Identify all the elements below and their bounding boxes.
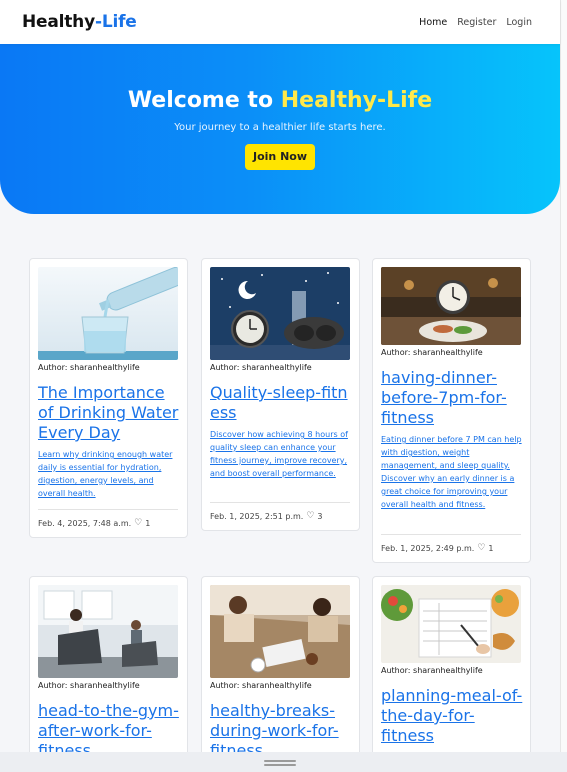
post-author: Author: sharanhealthylife [210,363,312,372]
window-scrollbar[interactable] [560,0,567,772]
join-now-button[interactable]: Join Now [245,144,315,170]
hero-subtitle: Your journey to a healthier life starts … [174,122,386,133]
gym-treadmill-image[interactable] [38,585,178,678]
like-count: 1 [145,518,151,528]
work-break-desk-image[interactable] [210,585,350,678]
post-title-link[interactable]: planning-meal-of-the-day-for-fitness [381,686,523,746]
dinner-clock-image[interactable] [381,267,521,345]
card-divider [210,502,350,503]
card-divider [381,534,521,535]
nav-link-login[interactable]: Login [506,17,532,28]
post-meta: Feb. 1, 2025, 2:51 p.m. ♡ 3 [210,511,323,521]
nav-link-register[interactable]: Register [457,17,496,28]
post-description-link[interactable]: Eating dinner before 7 PM can help with … [381,433,523,511]
top-navbar: Healthy-Life Home Register Login [0,0,560,44]
post-author: Author: sharanhealthylife [210,681,312,690]
post-title-link[interactable]: Quality-sleep-fitness [210,383,352,423]
hero-title-text: Welcome to [127,88,281,113]
post-card: Author: sharanhealthylife having-dinner-… [372,258,531,563]
hero-title-highlight: Healthy-Life [280,88,433,113]
post-date: Feb. 1, 2025, 2:51 p.m. [210,511,304,521]
post-card: Author: sharanhealthylife planning-meal-… [372,576,531,772]
post-card: Author: sharanhealthylife healthy-breaks… [201,576,360,772]
water-glass-image[interactable] [38,267,178,360]
like-count: 1 [488,543,494,553]
hero-title: Welcome to Healthy-Life [0,88,560,113]
post-title-link[interactable]: The Importance of Drinking Water Every D… [38,383,180,443]
brand-suffix: -Life [94,12,137,32]
card-divider [38,509,178,510]
post-card: Author: sharanhealthylife Quality-sleep-… [201,258,360,531]
nav-link-home[interactable]: Home [419,17,447,28]
heart-icon[interactable]: ♡ [477,543,485,553]
post-meta: Feb. 1, 2025, 2:49 p.m. ♡ 1 [381,543,494,553]
nav-links: Home Register Login [419,17,532,28]
like-count: 3 [317,511,323,521]
brand-name: Healthy [22,12,95,32]
bottom-sheet-bar [0,752,567,772]
drag-handle-icon[interactable] [264,760,296,762]
post-author: Author: sharanhealthylife [38,681,140,690]
post-description-link[interactable]: Discover how achieving 8 hours of qualit… [210,428,352,480]
meal-planning-image[interactable] [381,585,521,663]
post-author: Author: sharanhealthylife [381,348,483,357]
alarm-clock-sleep-mask-image[interactable] [210,267,350,360]
post-author: Author: sharanhealthylife [381,666,483,675]
post-title-link[interactable]: having-dinner-before-7pm-for-fitness [381,368,523,428]
hero-banner: Welcome to Healthy-Life Your journey to … [0,44,560,214]
post-author: Author: sharanhealthylife [38,363,140,372]
brand-logo[interactable]: Healthy-Life [22,12,137,32]
heart-icon[interactable]: ♡ [134,518,142,528]
post-date: Feb. 4, 2025, 7:48 a.m. [38,518,132,528]
post-card: Author: sharanhealthylife The Importance… [29,258,188,538]
post-date: Feb. 1, 2025, 2:49 p.m. [381,543,475,553]
post-meta: Feb. 4, 2025, 7:48 a.m. ♡ 1 [38,518,150,528]
heart-icon[interactable]: ♡ [306,511,314,521]
post-card: Author: sharanhealthylife head-to-the-gy… [29,576,188,772]
post-description-link[interactable]: Learn why drinking enough water daily is… [38,448,180,500]
